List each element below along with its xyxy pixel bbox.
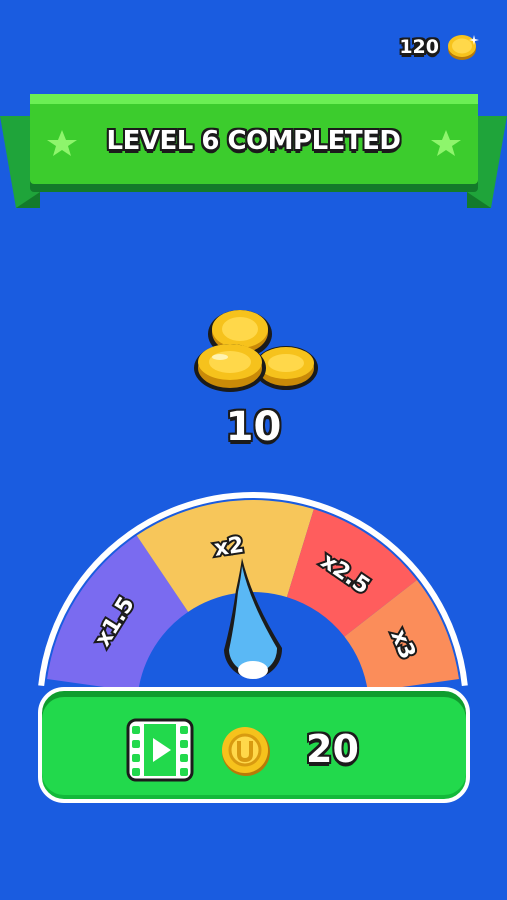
gold-coin-icon <box>222 727 270 776</box>
coin-pile-icon <box>194 310 318 392</box>
reward-amount: 10 <box>225 404 282 450</box>
coin-counter: 120 <box>399 32 479 62</box>
gold-coin-icon <box>448 35 479 60</box>
claim-reward-button[interactable]: 20 <box>38 687 470 803</box>
multiplier-label: x2 <box>213 533 246 562</box>
video-play-icon <box>126 718 194 782</box>
multiplier-gauge: x1.5x2x2.5x3 <box>38 492 468 692</box>
coin-balance: 120 <box>399 36 439 58</box>
claim-amount: 20 <box>306 727 359 771</box>
level-complete-title: LEVEL 6 COMPLETED <box>106 126 402 156</box>
